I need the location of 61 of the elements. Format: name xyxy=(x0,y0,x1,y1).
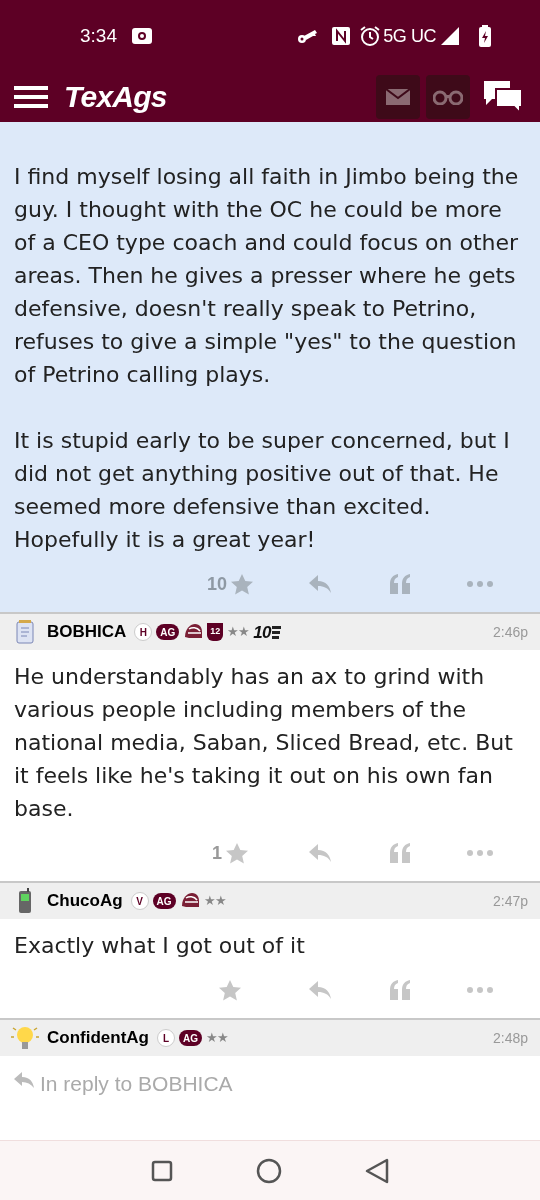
cell-phone-icon xyxy=(18,888,32,914)
home-button[interactable] xyxy=(256,1157,282,1184)
star-icon xyxy=(226,842,248,864)
username[interactable]: ConfidentAg xyxy=(47,1025,149,1051)
post-text: Exactly what I got out of it xyxy=(14,932,306,960)
star-icon xyxy=(219,979,241,1001)
ag-badge: AG xyxy=(156,624,180,640)
reply-arrow-icon xyxy=(14,1072,34,1088)
light-bulb-icon xyxy=(10,1024,40,1052)
back-button[interactable] xyxy=(364,1157,389,1184)
username[interactable]: ChucoAg xyxy=(47,888,123,914)
rank-stars: ★★ xyxy=(227,623,250,642)
helmet-icon xyxy=(179,892,200,910)
status-time: 3:34 xyxy=(80,23,117,48)
post-time: 2:47p xyxy=(492,891,528,911)
circle-icon xyxy=(256,1157,282,1184)
nfc-icon xyxy=(331,26,352,46)
reply-icon xyxy=(309,981,331,999)
notepad-icon xyxy=(16,620,34,644)
more-icon xyxy=(467,581,493,587)
triangle-icon xyxy=(364,1157,389,1184)
quote-icon xyxy=(390,574,410,594)
ten-year-label: 10 xyxy=(253,623,271,641)
letter-badge: V xyxy=(130,892,149,910)
battery-icon xyxy=(478,25,492,47)
reply-reference: In reply to BOBHICA xyxy=(40,1072,233,1096)
username[interactable]: BOBHICA xyxy=(47,619,127,645)
letter-badge: H xyxy=(134,623,153,641)
key-icon xyxy=(297,28,320,44)
post-text: It is stupid early to be super concerned, but I did not get anything positive out of that. He seemed more defensive than excited. Hopefully it is a great year! xyxy=(14,427,511,554)
messages-button[interactable] xyxy=(376,75,420,119)
rank-stars: ★★ xyxy=(206,1029,228,1048)
post-time: 2:46p xyxy=(492,622,528,642)
quote-icon xyxy=(390,980,410,1000)
letter-badge: L xyxy=(157,1029,175,1047)
rank-stars: ★★ xyxy=(203,892,226,911)
network-type: 5G UC xyxy=(383,24,436,48)
square-icon xyxy=(151,1159,174,1182)
signal-icon xyxy=(440,26,460,46)
twelve-badge: 12 xyxy=(207,623,224,641)
post-text: I find myself losing all faith in Jimbo being the guy. I thought with the OC he could be more of a CEO type coach and could focus on other areas. Then he gives a presser where he gets defensive, doesn't really speak to Petrino, refuses to give a simple "yes" to the question of Petrino calling plays. xyxy=(14,163,520,389)
screen-record-icon xyxy=(131,27,153,45)
post-text: He understandably has an ax to grind with various people including members of the national media, Saban, Sliced Bread, etc. But it feels like he's taking it out on his own fan base. xyxy=(14,663,514,823)
ag-badge: AG xyxy=(152,893,176,909)
mail-icon xyxy=(386,89,410,105)
more-icon xyxy=(467,987,493,993)
recents-button[interactable] xyxy=(151,1159,174,1182)
site-logo[interactable]: TexAgs xyxy=(64,82,167,112)
stripes-icon xyxy=(271,625,281,639)
alarm-icon xyxy=(359,25,382,47)
post-time: 2:48p xyxy=(492,1028,528,1048)
quote-icon xyxy=(390,843,410,863)
more-icon xyxy=(467,850,493,856)
star-icon xyxy=(231,573,253,595)
menu-icon[interactable] xyxy=(14,85,48,109)
reply-icon xyxy=(309,844,331,862)
ag-badge: AG xyxy=(179,1030,202,1046)
reply-icon xyxy=(309,575,331,593)
binoculars-icon xyxy=(433,89,463,105)
helmet-icon xyxy=(183,623,204,641)
binoculars-button[interactable] xyxy=(426,75,470,119)
